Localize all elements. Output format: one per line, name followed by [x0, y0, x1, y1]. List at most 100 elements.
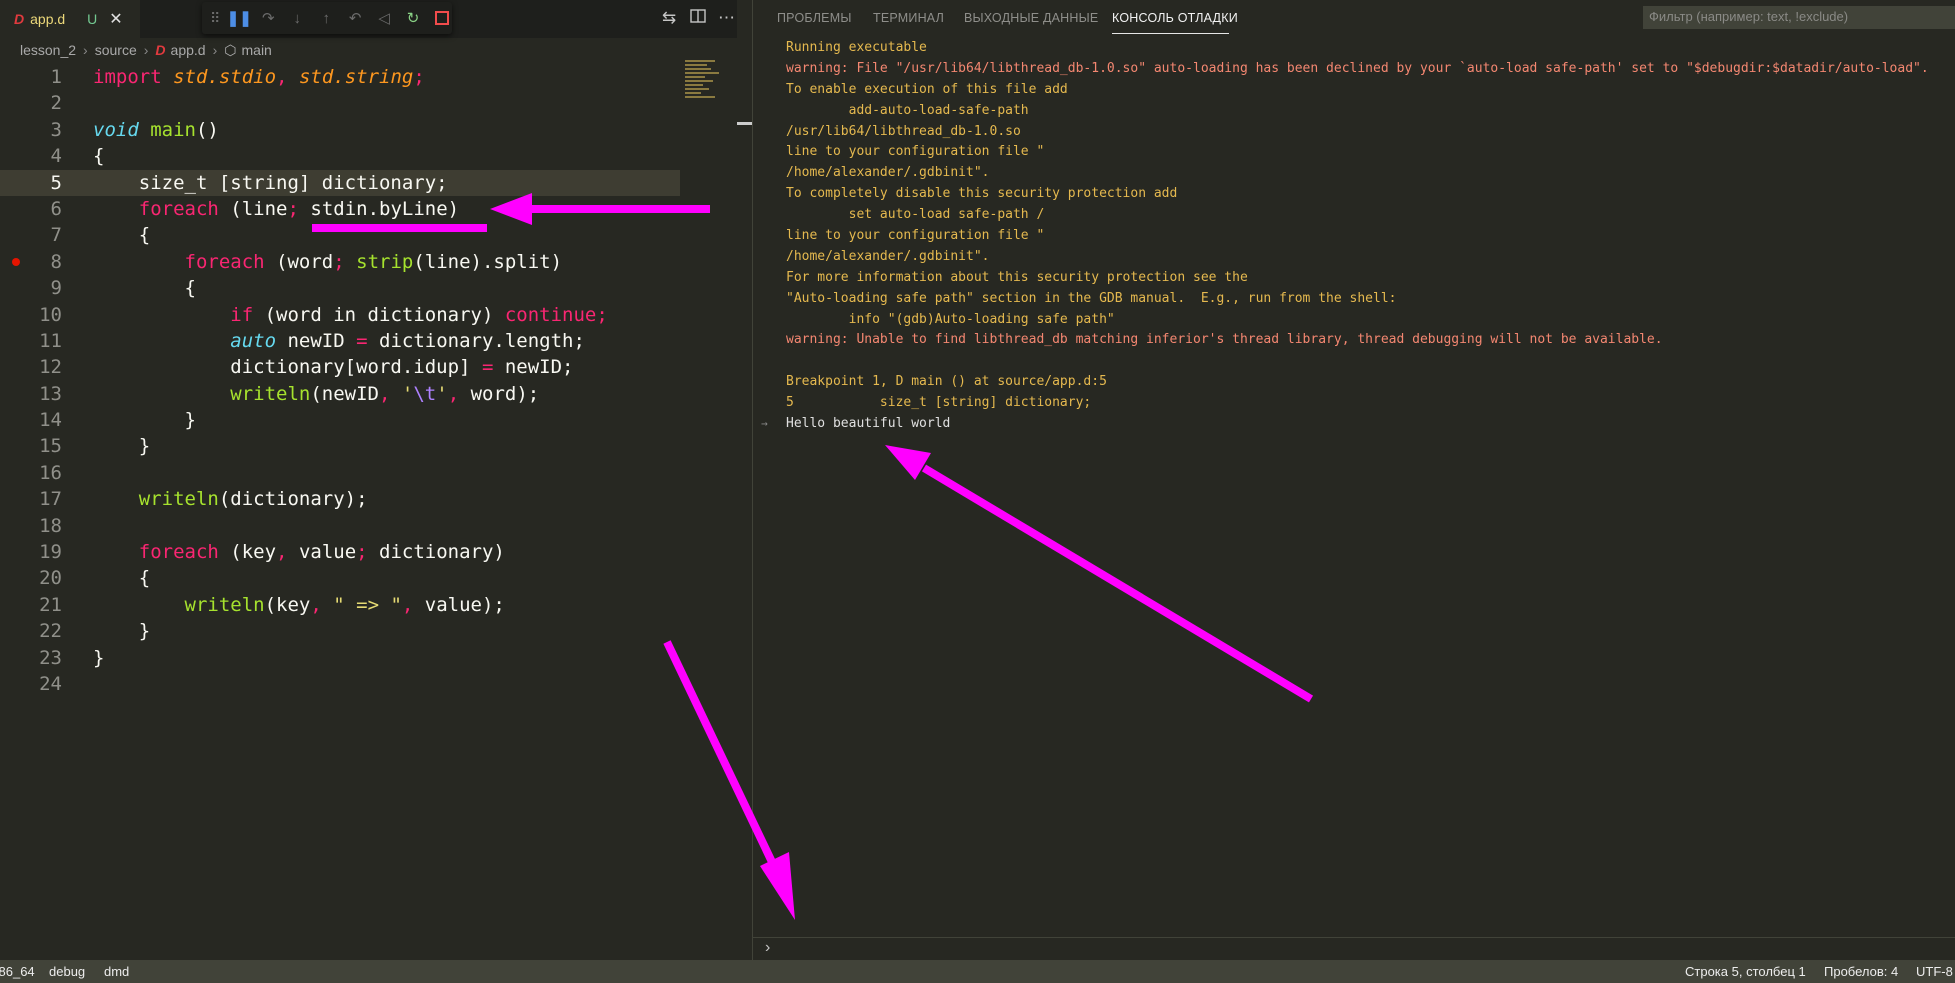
- code-line[interactable]: 7 {: [0, 222, 680, 248]
- line-number: 1: [50, 66, 62, 88]
- active-tab-indicator: [1112, 33, 1229, 34]
- line-number: 8: [50, 250, 62, 273]
- code-line[interactable]: 10 if (word in dictionary) continue;: [0, 302, 680, 328]
- code-line[interactable]: 19 foreach (key, value; dictionary): [0, 539, 680, 565]
- code-text: void main(): [93, 118, 219, 141]
- console-line: "Auto-loading safe path" section in the …: [786, 290, 1397, 306]
- bottom-panel: ПРОБЛЕМЫ ТЕРМИНАЛ ВЫХОДНЫЕ ДАННЫЕ КОНСОЛ…: [753, 0, 1955, 960]
- console-line: /home/alexander/.gdbinit".: [786, 248, 990, 264]
- step-back-icon[interactable]: ↶: [345, 8, 365, 28]
- code-text: }: [93, 435, 151, 458]
- status-build-config[interactable]: debug: [49, 964, 85, 979]
- code-line[interactable]: 21 writeln(key, " => ", value);: [0, 592, 680, 618]
- code-line[interactable]: 1 import std.stdio, std.string;: [0, 64, 680, 90]
- status-compiler[interactable]: dmd: [104, 964, 129, 979]
- more-icon[interactable]: ⋯: [718, 8, 735, 28]
- code-line[interactable]: 18: [0, 513, 680, 539]
- minimap[interactable]: [685, 60, 725, 110]
- tab-output[interactable]: ВЫХОДНЫЕ ДАННЫЕ: [964, 11, 1098, 25]
- line-number: 12: [39, 356, 62, 379]
- breadcrumb-folder-source[interactable]: source: [95, 42, 137, 58]
- split-editor-icon[interactable]: [690, 8, 706, 29]
- d-file-icon: D: [14, 11, 25, 27]
- code-line[interactable]: 4{: [0, 143, 680, 169]
- line-number: 24: [39, 672, 62, 695]
- breadcrumb: lesson_2 › source › D app.d › ⬡ main: [0, 38, 737, 62]
- code-text: auto newID = dictionary.length;: [230, 329, 585, 352]
- status-encoding[interactable]: UTF-8: [1916, 964, 1953, 979]
- status-indentation[interactable]: Пробелов: 4: [1824, 964, 1898, 979]
- code-line[interactable]: 23}: [0, 645, 680, 671]
- code-text: {: [93, 145, 105, 168]
- code-line[interactable]: 16: [0, 460, 680, 486]
- restart-icon[interactable]: ↻: [403, 8, 423, 28]
- status-cursor-position[interactable]: Строка 5, столбец 1: [1685, 964, 1806, 979]
- filter-input[interactable]: Фильтр (например: text, !exclude): [1643, 6, 1955, 29]
- stop-icon[interactable]: [432, 8, 452, 28]
- code-line[interactable]: 3 void main(): [0, 117, 680, 143]
- code-line[interactable]: 22 }: [0, 618, 680, 644]
- status-bar: x86_64 debug dmd Строка 5, столбец 1 Про…: [0, 960, 1955, 983]
- step-out-icon[interactable]: ↑: [316, 8, 336, 28]
- code-text: if (word in dictionary) continue;: [230, 303, 608, 326]
- line-number: 13: [39, 382, 62, 405]
- debug-console-input[interactable]: ›: [753, 937, 1955, 960]
- line-number: 10: [39, 303, 62, 326]
- tab-debug-console[interactable]: КОНСОЛЬ ОТЛАДКИ: [1112, 11, 1238, 25]
- code-line[interactable]: 17 writeln(dictionary);: [0, 486, 680, 512]
- compare-icon[interactable]: ⇆: [662, 8, 676, 28]
- pause-icon[interactable]: ❚❚: [227, 8, 252, 28]
- code-line-current[interactable]: 5 size_t [string] dictionary;: [0, 169, 680, 197]
- reverse-icon[interactable]: ◁: [374, 8, 394, 28]
- console-line: /usr/lib64/libthread_db-1.0.so: [786, 123, 1021, 139]
- breadcrumb-file[interactable]: app.d: [171, 42, 206, 58]
- code-text: {: [93, 567, 151, 590]
- code-line[interactable]: 8 foreach (word; strip(line).split): [0, 249, 680, 275]
- line-number: 15: [39, 435, 62, 458]
- line-number: 6: [50, 197, 62, 220]
- breadcrumb-folder-lesson[interactable]: lesson_2: [20, 42, 76, 58]
- console-line: Hello beautiful world →: [753, 414, 1955, 435]
- console-line: /home/alexander/.gdbinit".: [786, 165, 990, 181]
- breadcrumb-symbol[interactable]: main: [242, 42, 272, 58]
- code-text: writeln(newID, '\t', word);: [230, 382, 540, 405]
- grip-icon[interactable]: ⠿: [210, 10, 220, 27]
- code-line[interactable]: 12 dictionary[word.idup] = newID;: [0, 354, 680, 380]
- code-line[interactable]: 24: [0, 671, 680, 697]
- code-editor[interactable]: 1 import std.stdio, std.string; 2 3 void m…: [0, 64, 680, 697]
- untracked-status-badge: U: [87, 11, 98, 27]
- console-line: warning: Unable to find libthread_db mat…: [786, 332, 1663, 348]
- line-number: 22: [39, 620, 62, 643]
- code-line[interactable]: 14 }: [0, 407, 680, 433]
- close-icon[interactable]: ✕: [109, 9, 122, 29]
- symbol-method-icon: ⬡: [224, 41, 237, 58]
- code-line[interactable]: 9 {: [0, 275, 680, 301]
- scrollbar-thumb[interactable]: [737, 122, 752, 125]
- line-number: 3: [50, 118, 62, 141]
- tab-problems[interactable]: ПРОБЛЕМЫ: [777, 11, 852, 25]
- line-number: 19: [39, 541, 62, 564]
- code-line[interactable]: 20 {: [0, 565, 680, 591]
- line-number: 9: [50, 277, 62, 300]
- tab-terminal[interactable]: ТЕРМИНАЛ: [873, 11, 944, 25]
- code-text: dictionary[word.idup] = newID;: [93, 356, 574, 379]
- status-arch[interactable]: x86_64: [0, 964, 35, 979]
- code-line[interactable]: 11 auto newID = dictionary.length;: [0, 328, 680, 354]
- console-line: line to your configuration file ": [786, 228, 1045, 244]
- code-text: writeln(key, " => ", value);: [184, 593, 505, 616]
- line-number: 18: [39, 514, 62, 537]
- code-line[interactable]: 15 }: [0, 433, 680, 459]
- code-line[interactable]: 13 writeln(newID, '\t', word);: [0, 381, 680, 407]
- line-number: 21: [39, 593, 62, 616]
- code-text: {: [93, 277, 196, 300]
- step-into-icon[interactable]: ↓: [287, 8, 307, 28]
- chevron-right-icon: ›: [765, 939, 771, 956]
- line-number: 16: [39, 461, 62, 484]
- code-line[interactable]: 6 foreach (line; stdin.byLine): [0, 196, 680, 222]
- step-over-icon[interactable]: ↷: [258, 8, 278, 28]
- editor-tab-app-d[interactable]: D app.d U ✕: [0, 0, 140, 38]
- editor-tab-bar: D app.d U ✕ ⠿ ❚❚ ↷ ↓ ↑ ↶ ◁ ↻ ⇆ ⋯: [0, 0, 737, 38]
- debug-console-output[interactable]: Running executable warning: File "/usr/li…: [753, 38, 1955, 435]
- code-line[interactable]: 2: [0, 90, 680, 116]
